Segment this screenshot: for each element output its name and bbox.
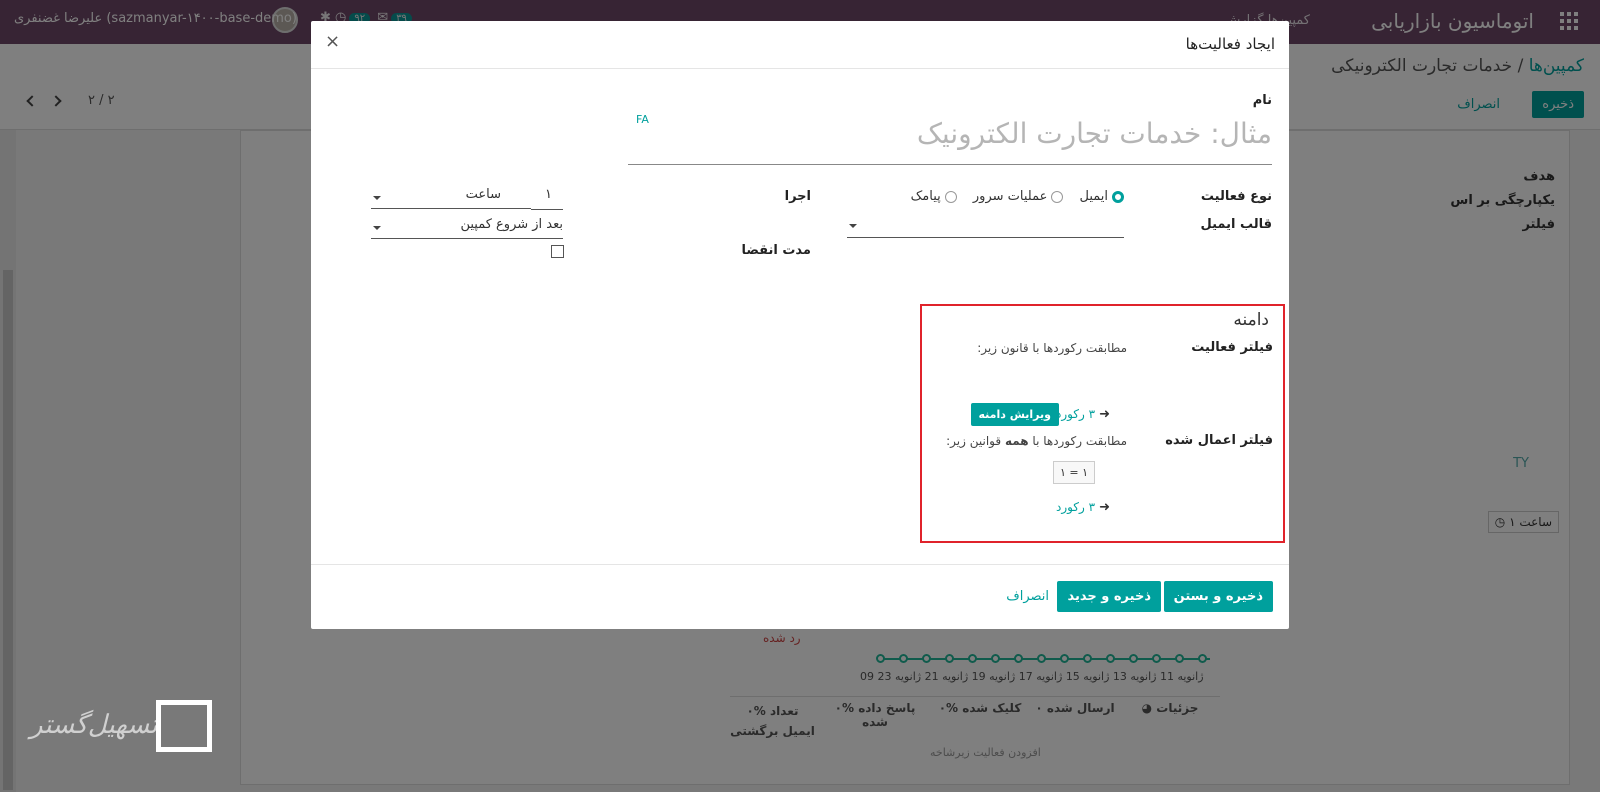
close-icon[interactable]: ×	[325, 31, 340, 52]
dialog-discard-button[interactable]: انصراف	[1006, 589, 1049, 604]
radio-server-label: عملیات سرور	[972, 189, 1048, 204]
radio-server-circle[interactable]	[1051, 190, 1064, 203]
dialog-footer: ذخیره و بستن ذخیره و جدید انصراف	[311, 564, 1289, 629]
radio-server-action[interactable]: عملیات سرور	[972, 189, 1064, 204]
interval-number-input[interactable]: ۱	[545, 187, 552, 202]
language-badge[interactable]: FA	[636, 113, 649, 126]
activity-type-label: نوع فعالیت	[1200, 189, 1272, 204]
create-activity-dialog: ایجاد فعالیت‌ها × نام مثال: خدمات تجارت …	[311, 21, 1289, 629]
domain-title: دامنه	[1233, 310, 1269, 330]
dialog-title: ایجاد فعالیت‌ها	[1185, 35, 1275, 53]
trigger-select[interactable]: بعد از شروع کمپین	[371, 217, 563, 239]
domain-rule-chip[interactable]: ۱ = ۱	[1052, 461, 1095, 484]
chevron-down-icon	[373, 196, 381, 200]
applied-filter-post: قوانین زیر:	[946, 434, 1002, 448]
name-input[interactable]: مثال: خدمات تجارت الکترونیک	[628, 115, 1272, 165]
execute-label: اجرا	[784, 189, 811, 204]
applied-filter-bold: همه	[1004, 434, 1029, 448]
applied-filter-text: مطابقت رکوردها با همه قوانین زیر:	[946, 434, 1127, 448]
applied-filter-pre: مطابقت رکوردها با	[1032, 434, 1127, 448]
interval-unit-value: ساعت	[465, 187, 501, 202]
interval-number-underline	[531, 209, 563, 210]
domain-section: دامنه فیلتر فعالیت مطابقت رکوردها با قان…	[920, 304, 1285, 543]
activity-filter-label: فیلتر فعالیت	[1191, 340, 1273, 355]
radio-sms-circle[interactable]	[944, 190, 957, 203]
radio-email[interactable]: ایمیل	[1079, 189, 1124, 204]
radio-sms-label: پیامک	[910, 189, 941, 204]
trigger-value: بعد از شروع کمپین	[460, 217, 563, 232]
records-count-2: ۳ رکورد	[1055, 500, 1096, 514]
activity-type-radio-group: ایمیل عملیات سرور پیامک	[899, 189, 1124, 204]
activity-filter-text: مطابقت رکوردها با قانون زیر:	[977, 341, 1127, 355]
watermark-text: تسهیل‌گستر	[30, 710, 158, 740]
watermark: تسهیل‌گستر	[30, 700, 220, 760]
radio-email-circle[interactable]	[1112, 190, 1124, 203]
radio-email-label: ایمیل	[1079, 189, 1108, 204]
arrow-right-icon: ➜	[1099, 407, 1110, 422]
records-count-1: ۳ رکورد	[1055, 407, 1096, 421]
save-new-button[interactable]: ذخیره و جدید	[1057, 581, 1161, 612]
edit-domain-button[interactable]: ویرایش دامنه	[970, 403, 1059, 426]
arrow-right-icon: ➜	[1099, 500, 1110, 515]
email-template-label: قالب ایمیل	[1200, 217, 1272, 232]
radio-sms[interactable]: پیامک	[911, 189, 957, 204]
save-close-button[interactable]: ذخیره و بستن	[1163, 581, 1273, 612]
name-label: نام	[1252, 93, 1272, 108]
chevron-down-icon	[849, 224, 857, 228]
interval-unit-select[interactable]: ساعت	[371, 187, 531, 209]
email-template-select[interactable]	[847, 216, 1124, 238]
watermark-logo-icon	[156, 700, 212, 752]
expiry-checkbox[interactable]	[551, 245, 564, 258]
chevron-down-icon	[373, 226, 381, 230]
expiry-label: مدت انقضا	[741, 243, 811, 258]
applied-filter-label: فیلتر اعمال شده	[1165, 433, 1273, 448]
dialog-header: ایجاد فعالیت‌ها ×	[311, 21, 1289, 69]
records-link-2[interactable]: ➜۳ رکورد	[1056, 500, 1110, 515]
records-link-1[interactable]: ➜۳ رکورد	[1056, 407, 1110, 422]
